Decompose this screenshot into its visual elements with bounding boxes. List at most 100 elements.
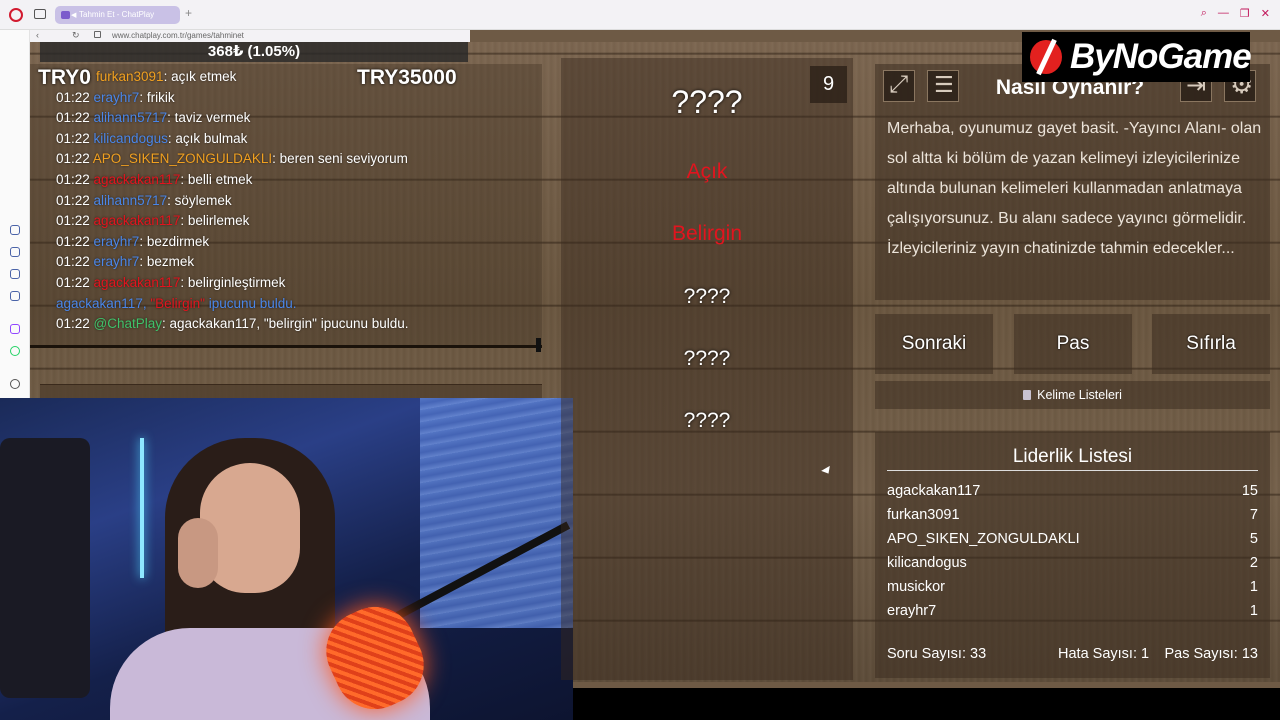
chat-username[interactable]: alihann5717 <box>94 110 168 125</box>
player-name: musickor <box>887 579 946 595</box>
chat-username[interactable]: agackakan117 <box>94 172 181 187</box>
chat-time: 01:22 <box>56 192 94 208</box>
chat-scrollbar[interactable] <box>536 338 541 352</box>
rail-clock-icon[interactable] <box>10 379 20 389</box>
player-score: 1 <box>1249 579 1258 595</box>
word-lists-button[interactable]: Kelime Listeleri <box>875 381 1270 409</box>
chat-message: 01:22 agackakan117: belirlemek <box>56 211 536 232</box>
streamer-input-area[interactable] <box>40 384 542 398</box>
rail-bag-icon[interactable] <box>10 247 20 257</box>
tab-overview-icon[interactable] <box>34 9 46 19</box>
restore-icon[interactable]: ❐ <box>1240 7 1250 20</box>
leaderboard-row: agackakan117 15 <box>887 479 1258 503</box>
try-right-counter: TRY35000 <box>357 66 457 89</box>
bynogame-logo: ByNoGame <box>1022 32 1252 82</box>
player-name: erayhr7 <box>887 603 937 619</box>
document-icon[interactable] <box>927 70 959 102</box>
donation-stat-bar: 368₺ (1.05%) <box>40 42 468 62</box>
hidden-word: ???? <box>683 409 731 432</box>
chat-text: : bezmek <box>139 254 195 270</box>
chat-time: 01:22 <box>56 254 94 270</box>
question-count: Soru Sayısı: 33 <box>887 646 987 662</box>
chat-message: 01:22 agackakan117: belirginleştirmek <box>56 273 536 294</box>
back-icon[interactable]: ‹ <box>36 30 39 40</box>
player-name: kilicandogus <box>887 555 967 571</box>
leaderboard-row: kilicandogus 2 <box>887 551 1258 575</box>
chat-username[interactable]: kilicandogus <box>94 131 168 146</box>
player-score: 1 <box>1249 603 1258 619</box>
chat-message: 01:22 erayhr7: bezmek <box>56 252 536 273</box>
fullscreen-icon[interactable] <box>883 70 915 102</box>
chat-system-message: agackakan117, "Belirgin" ipucunu buldu. <box>56 294 536 315</box>
hidden-word: ???? <box>683 347 731 370</box>
chat-time: 01:22 <box>56 274 94 290</box>
address-bar[interactable]: ‹ ↻ www.chatplay.com.tr/games/tahminet <box>30 30 470 42</box>
window-controls: ⌕ — ❐ ✕ <box>1201 7 1270 20</box>
speaker-icon: ◀ <box>71 12 77 19</box>
chat-username[interactable]: APO_SIKEN_ZONGULDAKLI <box>93 151 272 166</box>
chat-text: : belirlemek <box>180 213 250 229</box>
leaderboard-row: furkan3091 7 <box>887 503 1258 527</box>
opera-logo-icon[interactable] <box>9 8 23 22</box>
chat-time: 01:22 <box>56 110 94 126</box>
close-icon[interactable]: ✕ <box>1261 7 1270 20</box>
leaderboard-row: musickor 1 <box>887 575 1258 599</box>
rail-music-icon[interactable] <box>10 269 20 279</box>
tab-tahmin-et[interactable]: ◀ Tahmin Et - ChatPlay <box>55 6 180 24</box>
rail-mail-icon[interactable] <box>10 291 20 301</box>
chat-text: : açık etmek <box>163 69 237 84</box>
browser-tabbar: ◀ Tahmin Et - ChatPlay + ⌕ — ❐ ✕ <box>0 0 1280 30</box>
chat-message: furkan3091: açık etmek <box>56 67 536 88</box>
chat-username[interactable]: agackakan117 <box>94 213 181 228</box>
chat-time: 01:22 <box>56 171 94 187</box>
pass-button[interactable]: Pas <box>1014 314 1132 374</box>
chat-text: : frikik <box>139 89 175 105</box>
chat-message: 01:22 alihann5717: taviz vermek <box>56 108 536 129</box>
chat-text: : belli etmek <box>180 171 253 187</box>
leaderboard-rows: agackakan117 15 furkan3091 7 APO_SIKEN_ZONGU… <box>887 479 1258 623</box>
chat-username[interactable]: agackakan117 <box>94 275 181 290</box>
error-count: Hata Sayısı: 1 <box>1058 646 1150 662</box>
rail-messenger-icon[interactable] <box>10 225 20 235</box>
chat-message: 01:22 kilicandogus: açık bulmak <box>56 129 536 150</box>
chat-time: 01:22 <box>56 316 94 332</box>
rail-whatsapp-icon[interactable] <box>10 346 20 356</box>
chat-username[interactable]: erayhr7 <box>94 90 140 105</box>
chat-message: 01:22 erayhr7: bezdirmek <box>56 232 536 253</box>
bynogame-mark-icon <box>1030 40 1062 74</box>
chat-time: 01:22 <box>56 89 94 105</box>
chat-message: 01:22 agackakan117: belli etmek <box>56 170 536 191</box>
chat-text: : taviz vermek <box>167 110 251 126</box>
chat-time: 01:22 <box>56 213 94 229</box>
player-score: 2 <box>1249 555 1258 571</box>
chat-username[interactable]: erayhr7 <box>94 234 140 249</box>
player-name: agackakan117 <box>887 483 981 499</box>
chat-username[interactable]: erayhr7 <box>94 254 140 269</box>
chat-time: 01:22 <box>56 130 94 146</box>
chat-username[interactable]: alihann5717 <box>94 193 168 208</box>
rail-twitch-icon[interactable] <box>10 324 20 334</box>
hint-word: Belirgin <box>671 222 743 245</box>
how-to-play-text: Merhaba, oyunumuz gayet basit. -Yayıncı … <box>887 120 1262 257</box>
clipboard-icon <box>1023 390 1032 400</box>
next-button[interactable]: Sonraki <box>875 314 993 374</box>
tab-title: Tahmin Et - ChatPlay <box>79 10 155 19</box>
new-tab-button[interactable]: + <box>185 6 192 20</box>
chat-username[interactable]: furkan3091 <box>96 69 164 84</box>
url-text[interactable]: www.chatplay.com.tr/games/tahminet <box>112 31 244 40</box>
chat-username: @ChatPlay <box>93 316 163 332</box>
leaderboard-row: APO_SIKEN_ZONGULDAKLI 5 <box>887 527 1258 551</box>
search-icon[interactable]: ⌕ <box>1201 7 1207 20</box>
player-score: 7 <box>1249 507 1258 523</box>
try-left-counter: TRY0 <box>38 66 91 89</box>
chat-messages: furkan3091: açık etmek 01:22 erayhr7: fri… <box>56 67 536 335</box>
chat-text: : açık bulmak <box>167 130 248 146</box>
cam-led-light <box>140 438 144 578</box>
chat-text: : beren seni seviyorum <box>272 151 408 167</box>
chat-message: 01:22 erayhr7: frikik <box>56 88 536 109</box>
minimize-icon[interactable]: — <box>1218 7 1229 20</box>
reset-button[interactable]: Sıfırla <box>1152 314 1270 374</box>
word-lists-label: Kelime Listeleri <box>1037 388 1122 402</box>
reload-icon[interactable]: ↻ <box>72 30 80 41</box>
chat-text: : agackakan117, "belirgin" ipucunu buldu… <box>162 316 409 332</box>
